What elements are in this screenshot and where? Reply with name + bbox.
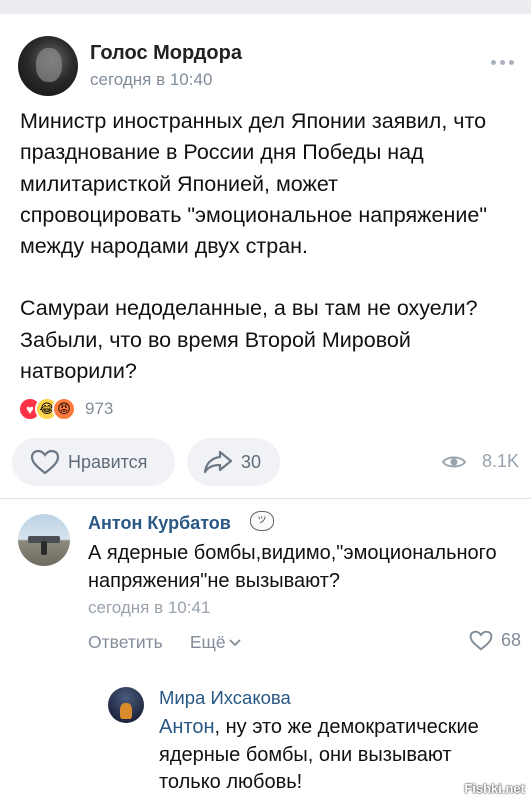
chevron-down-icon — [228, 638, 241, 646]
mention-link[interactable]: Антон — [159, 716, 215, 738]
author-name[interactable]: Голос Мордора — [90, 42, 242, 65]
share-arrow-icon — [203, 450, 233, 474]
reactions-count: 973 — [85, 399, 114, 418]
heart-outline-icon — [469, 630, 493, 651]
more-button[interactable]: Ещё — [190, 632, 241, 653]
post-header: Голос Мордора сегодня в 10:40 — [16, 34, 516, 98]
post-timestamp[interactable]: сегодня в 10:40 — [90, 70, 212, 90]
share-button[interactable]: 30 — [187, 438, 280, 486]
comment-actions: Ответить Ещё — [88, 632, 241, 653]
views-counter: 8.1K — [441, 451, 519, 472]
like-button-label: Нравится — [68, 451, 148, 472]
comment-like-button[interactable]: 68 — [469, 630, 521, 651]
views-count: 8.1K — [481, 451, 519, 471]
more-options-icon[interactable] — [491, 60, 514, 65]
shares-count: 30 — [241, 451, 262, 472]
watermark: Fishki.net — [464, 781, 525, 796]
reply-author-avatar[interactable] — [108, 687, 144, 723]
comment-text: А ядерные бомбы,видимо,"эмоционального н… — [88, 542, 497, 592]
comment-likes-count: 68 — [500, 630, 521, 650]
reply-button[interactable]: Ответить — [88, 632, 163, 653]
author-avatar[interactable] — [18, 36, 78, 96]
comment-author[interactable]: Антон Курбатов — [88, 513, 231, 534]
heart-outline-icon — [30, 449, 60, 475]
top-separator — [0, 0, 531, 14]
post-paragraph: Самураи недоделанные, а вы там не охуели… — [20, 296, 478, 384]
post-text: Министр иностранных дел Японии заявил, ч… — [20, 106, 520, 418]
more-button-label: Ещё — [189, 632, 226, 652]
like-button[interactable]: Нравится — [12, 438, 175, 486]
reply-author[interactable]: Мира Ихсакова — [159, 687, 291, 709]
reactions-summary[interactable]: ♥ 😂 😡 973 — [18, 396, 113, 422]
divider — [0, 498, 531, 499]
comment-timestamp[interactable]: сегодня в 10:41 — [88, 598, 210, 618]
angry-reaction-icon: 😡 — [52, 397, 76, 421]
commenter-avatar[interactable] — [18, 514, 70, 566]
troll-face-icon: ツ — [250, 511, 274, 531]
eye-icon — [441, 456, 466, 467]
post-paragraph: Министр иностранных дел Японии заявил, ч… — [20, 109, 487, 259]
